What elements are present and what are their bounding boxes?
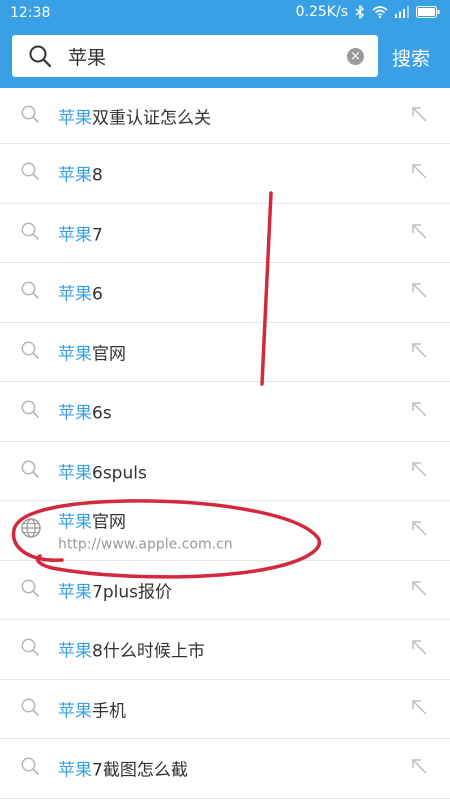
suggestion-text: 苹果双重认证怎么关 — [58, 103, 211, 128]
search-input[interactable] — [68, 41, 338, 71]
suggestion-keyword: 苹果 — [58, 582, 92, 603]
suggestion-keyword: 苹果 — [58, 641, 92, 662]
suggestion-keyword: 苹果 — [58, 108, 92, 128]
fill-query-arrow-icon[interactable] — [410, 105, 428, 127]
suggestion-keyword: 苹果 — [58, 512, 92, 533]
suggestion-keyword: 苹果 — [58, 403, 92, 424]
suggestion-suffix: 手机 — [92, 701, 126, 722]
fill-query-arrow-icon[interactable] — [410, 281, 428, 303]
suggestion-suffix: 7截图怎么截 — [92, 760, 188, 781]
suggestion-suffix: 6spuls — [92, 463, 147, 484]
suggestion-suffix: 8什么时候上市 — [92, 641, 205, 662]
suggestion-item[interactable]: 苹果7plus报价 — [0, 561, 450, 620]
suggestion-text: 苹果官网 http://www.apple.com.cn — [58, 508, 233, 553]
suggestion-item[interactable]: 苹果手机 — [0, 680, 450, 739]
network-speed: 0.25K/s — [295, 4, 348, 20]
suggestion-item[interactable]: 苹果双重认证怎么关 — [0, 88, 450, 144]
wifi-icon — [372, 6, 388, 18]
suggestion-list: 苹果双重认证怎么关 苹果8 苹果7 苹果6 苹果官网 苹果6s 苹果6spuls 苹果官网 ht… — [0, 88, 450, 799]
suggestion-text: 苹果6 — [58, 280, 103, 305]
suggestion-keyword: 苹果 — [58, 344, 92, 365]
fill-query-arrow-icon[interactable] — [410, 638, 428, 660]
globe-icon — [20, 517, 42, 543]
search-icon — [20, 697, 40, 721]
app-root: 12:38 0.25K/s × — [0, 0, 450, 800]
suggestion-keyword: 苹果 — [58, 284, 92, 305]
clear-icon[interactable]: × — [347, 48, 364, 65]
suggestion-text: 苹果7截图怎么截 — [58, 756, 188, 781]
signal-icon — [395, 6, 409, 18]
suggestion-item[interactable]: 苹果8 — [0, 144, 450, 204]
suggestion-keyword: 苹果 — [58, 463, 92, 484]
suggestion-item[interactable]: 苹果6s — [0, 382, 450, 442]
status-time: 12:38 — [10, 5, 51, 21]
suggestion-suffix: 7plus报价 — [92, 582, 172, 603]
suggestion-item[interactable]: 苹果6 — [0, 263, 450, 323]
fill-query-arrow-icon[interactable] — [410, 579, 428, 601]
suggestion-text: 苹果6s — [58, 399, 112, 424]
search-icon — [20, 578, 40, 602]
suggestion-keyword: 苹果 — [58, 165, 92, 186]
suggestion-text: 苹果7 — [58, 220, 103, 245]
suggestion-suffix: 8 — [92, 165, 103, 186]
header: 12:38 0.25K/s × — [0, 0, 450, 88]
suggestion-suffix: 官网 — [92, 512, 126, 533]
suggestion-text: 苹果手机 — [58, 696, 126, 721]
suggestion-keyword: 苹果 — [58, 760, 92, 781]
search-icon — [20, 459, 40, 483]
suggestion-item[interactable]: 苹果8什么时候上市 — [0, 620, 450, 680]
search-icon — [20, 399, 40, 423]
suggestion-text: 苹果6spuls — [58, 458, 147, 483]
suggestion-url[interactable]: http://www.apple.com.cn — [58, 537, 233, 553]
search-icon — [20, 280, 40, 304]
fill-query-arrow-icon[interactable] — [410, 162, 428, 184]
search-icon — [20, 756, 40, 780]
bluetooth-icon — [355, 5, 365, 19]
fill-query-arrow-icon[interactable] — [410, 341, 428, 363]
battery-icon — [416, 6, 440, 18]
search-icon — [20, 104, 40, 128]
suggestion-item[interactable]: 苹果官网 — [0, 323, 450, 382]
suggestion-suffix: 6s — [92, 403, 112, 424]
search-box[interactable]: × — [12, 35, 378, 77]
suggestion-item[interactable]: 苹果7截图怎么截 — [0, 739, 450, 799]
suggestion-item[interactable]: 苹果6spuls — [0, 442, 450, 501]
search-icon — [20, 221, 40, 245]
search-icon — [20, 340, 40, 364]
suggestion-suffix: 双重认证怎么关 — [92, 108, 211, 128]
suggestion-text: 苹果7plus报价 — [58, 577, 172, 602]
suggestion-text: 苹果官网 — [58, 339, 126, 364]
fill-query-arrow-icon[interactable] — [410, 222, 428, 244]
fill-query-arrow-icon[interactable] — [410, 400, 428, 422]
suggestion-item[interactable]: 苹果7 — [0, 204, 450, 263]
fill-query-arrow-icon[interactable] — [410, 460, 428, 482]
suggestion-suffix: 7 — [92, 225, 103, 246]
search-icon — [28, 44, 52, 72]
fill-query-arrow-icon[interactable] — [410, 519, 428, 541]
suggestion-suffix: 官网 — [92, 344, 126, 365]
suggestion-suffix: 6 — [92, 284, 103, 305]
status-bar: 12:38 0.25K/s — [0, 0, 450, 28]
suggestion-text: 苹果8什么时候上市 — [58, 637, 205, 662]
suggestion-keyword: 苹果 — [58, 225, 92, 246]
search-icon — [20, 637, 40, 661]
search-button[interactable]: 搜索 — [392, 44, 430, 71]
status-indicators: 0.25K/s — [296, 4, 440, 20]
fill-query-arrow-icon[interactable] — [410, 757, 428, 779]
search-icon — [20, 161, 40, 185]
suggestion-text: 苹果8 — [58, 161, 103, 186]
fill-query-arrow-icon[interactable] — [410, 698, 428, 720]
suggestion-keyword: 苹果 — [58, 701, 92, 722]
suggestion-item[interactable]: 苹果官网 http://www.apple.com.cn — [0, 501, 450, 561]
